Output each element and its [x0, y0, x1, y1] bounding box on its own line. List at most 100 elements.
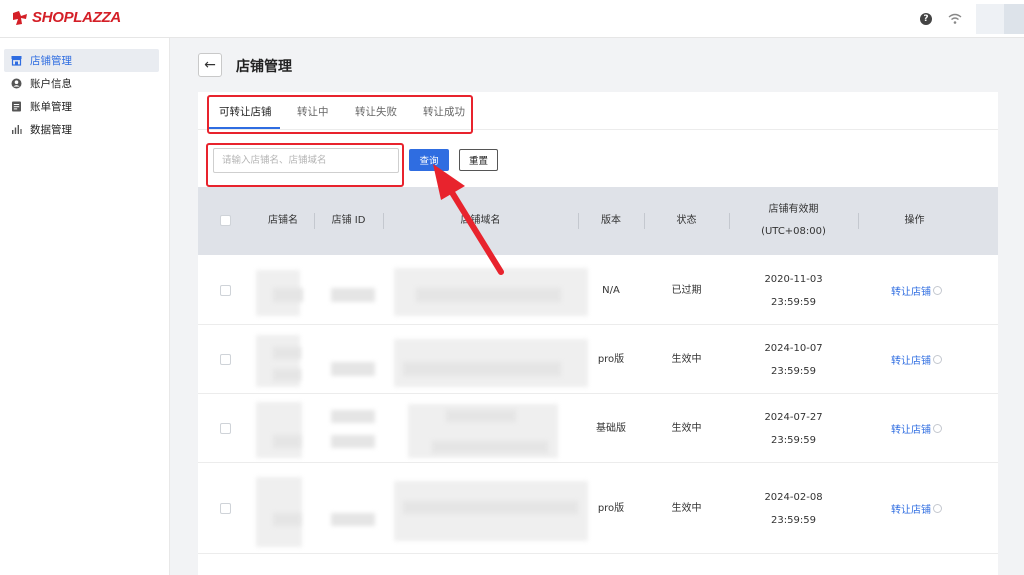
expiry-time: 23:59:59 — [771, 514, 816, 526]
redacted-store-domain — [432, 441, 548, 453]
info-icon[interactable] — [933, 355, 942, 364]
expiry-time: 23:59:59 — [771, 365, 816, 377]
table-header: 店铺名 店铺 ID 店铺域名 版本 状态 店铺有效期 (UTC+08:00) 操… — [198, 187, 998, 255]
expiry-cell: 2024-02-08 23:59:59 — [730, 463, 857, 554]
user-circle-icon — [11, 78, 22, 89]
redacted-store-domain — [416, 288, 561, 302]
expiry-cell: 2024-07-27 23:59:59 — [730, 394, 857, 463]
reset-button[interactable]: 重置 — [459, 149, 498, 171]
store-list-card: 可转让店铺 转让中 转让失败 转让成功 查询 重置 店铺名 店铺 ID 店铺域名… — [198, 92, 998, 575]
back-button[interactable]: ← — [198, 53, 222, 77]
transfer-store-link[interactable]: 转让店铺 — [891, 463, 942, 554]
row-checkbox[interactable] — [220, 503, 231, 514]
sidebar: 店铺管理 账户信息 账单管理 数据管理 — [0, 38, 170, 575]
tab-transfer-failed[interactable]: 转让失败 — [355, 104, 397, 119]
status-cell: 生效中 — [671, 354, 702, 365]
brand-name: SHOPLAZZA — [32, 9, 121, 26]
redacted-store-name — [256, 402, 302, 458]
redacted-store-id — [331, 362, 375, 376]
arrow-left-icon: ← — [204, 57, 216, 73]
page-title: 店铺管理 — [236, 59, 292, 75]
expiry-cell: 2024-10-07 23:59:59 — [730, 325, 857, 394]
expiry-header-title: 店铺有效期 — [768, 204, 819, 215]
store-icon — [11, 56, 22, 66]
redacted-store-domain — [446, 410, 516, 422]
redacted-store-name — [273, 513, 301, 526]
expiry-cell: 2020-11-03 23:59:59 — [730, 256, 857, 325]
expiry-date: 2024-10-07 — [764, 342, 823, 354]
redacted-store-domain — [403, 501, 578, 514]
top-bar: SHOPLAZZA ? — [0, 0, 1024, 38]
expiry-header-timezone: (UTC+08:00) — [761, 226, 826, 237]
sidebar-item-label: 账单管理 — [30, 101, 72, 113]
transfer-store-link[interactable]: 转让店铺 — [891, 256, 942, 325]
transfer-store-link[interactable]: 转让店铺 — [891, 394, 942, 463]
version-cell: pro版 — [597, 503, 625, 514]
redacted-store-domain — [403, 362, 561, 376]
transfer-store-label: 转让店铺 — [891, 505, 931, 516]
sidebar-item-label: 店铺管理 — [30, 55, 72, 67]
brand-logo[interactable]: SHOPLAZZA — [12, 9, 121, 26]
sidebar-item-data-management[interactable]: 数据管理 — [4, 118, 159, 141]
table-row: pro版 生效中 2024-02-08 23:59:59 转让店铺 — [198, 463, 998, 554]
column-header-store-name: 店铺名 — [268, 215, 298, 226]
expiry-date: 2020-11-03 — [764, 273, 823, 285]
search-input[interactable] — [213, 148, 399, 173]
redacted-store-id — [331, 435, 375, 448]
tab-transferring[interactable]: 转让中 — [297, 104, 329, 119]
redacted-store-id — [331, 410, 375, 423]
avatar[interactable] — [976, 4, 1024, 34]
redacted-store-name — [273, 369, 301, 381]
column-header-actions: 操作 — [904, 215, 925, 226]
row-checkbox[interactable] — [220, 423, 231, 434]
select-all-checkbox[interactable] — [220, 215, 231, 226]
redacted-store-name — [273, 347, 301, 359]
expiry-date: 2024-07-27 — [764, 411, 823, 423]
row-checkbox[interactable] — [220, 354, 231, 365]
sidebar-item-label: 账户信息 — [30, 78, 72, 90]
redacted-store-id — [331, 513, 375, 526]
tab-bar: 可转让店铺 转让中 转让失败 转让成功 — [198, 92, 998, 130]
table-row: N/A 已过期 2020-11-03 23:59:59 转让店铺 — [198, 256, 998, 325]
version-cell: N/A — [602, 285, 620, 296]
info-icon[interactable] — [933, 424, 942, 433]
active-tab-indicator — [208, 127, 280, 129]
redacted-store-name — [256, 477, 302, 547]
column-header-status: 状态 — [676, 215, 697, 226]
sidebar-item-billing[interactable]: 账单管理 — [4, 95, 159, 118]
table-row: 基础版 生效中 2024-07-27 23:59:59 转让店铺 — [198, 394, 998, 463]
redacted-store-id — [331, 288, 375, 302]
expiry-time: 23:59:59 — [771, 434, 816, 446]
redacted-store-name — [273, 288, 303, 302]
help-icon[interactable]: ? — [920, 13, 932, 25]
column-header-store-domain: 店铺域名 — [460, 215, 501, 226]
status-cell: 生效中 — [671, 503, 702, 514]
sidebar-item-account-info[interactable]: 账户信息 — [4, 72, 159, 95]
sidebar-item-label: 数据管理 — [30, 124, 72, 136]
bar-chart-icon — [12, 125, 22, 134]
status-cell: 生效中 — [671, 423, 702, 434]
version-cell: pro版 — [597, 354, 625, 365]
table-row: pro版 生效中 2024-10-07 23:59:59 转让店铺 — [198, 325, 998, 394]
status-cell: 已过期 — [671, 285, 702, 296]
sidebar-item-store-management[interactable]: 店铺管理 — [4, 49, 159, 72]
tab-transferable-stores[interactable]: 可转让店铺 — [219, 104, 272, 119]
query-button[interactable]: 查询 — [409, 149, 449, 171]
version-cell: 基础版 — [596, 423, 626, 434]
info-icon[interactable] — [933, 504, 942, 513]
transfer-store-label: 转让店铺 — [891, 425, 931, 436]
expiry-date: 2024-02-08 — [764, 491, 823, 503]
tab-transfer-succeeded[interactable]: 转让成功 — [423, 104, 465, 119]
expiry-time: 23:59:59 — [771, 296, 816, 308]
transfer-store-label: 转让店铺 — [891, 287, 931, 298]
transfer-store-label: 转让店铺 — [891, 356, 931, 367]
bill-icon — [12, 101, 21, 112]
wifi-icon[interactable] — [948, 13, 962, 25]
transfer-store-link[interactable]: 转让店铺 — [891, 325, 942, 394]
info-icon[interactable] — [933, 286, 942, 295]
row-checkbox[interactable] — [220, 285, 231, 296]
column-header-store-id: 店铺 ID — [331, 215, 366, 226]
column-header-expiry: 店铺有效期 (UTC+08:00) — [730, 187, 857, 255]
redacted-store-name — [273, 435, 301, 448]
column-header-version: 版本 — [601, 215, 621, 226]
